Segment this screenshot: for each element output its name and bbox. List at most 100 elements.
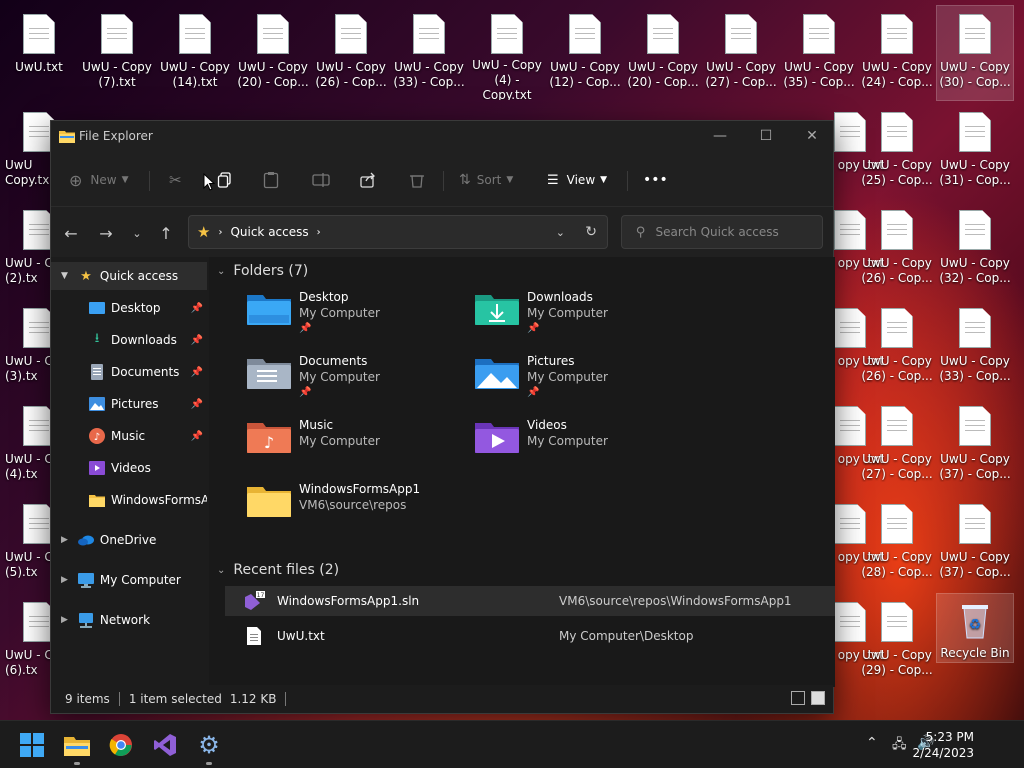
- desktop-file-icon[interactable]: UwU - Copy (33) - Cop...: [391, 6, 467, 100]
- minimize-button[interactable]: —: [697, 121, 743, 151]
- desktop-file-icon[interactable]: UwU - Copy (37) - Cop...: [937, 398, 1013, 492]
- copy-button[interactable]: [217, 167, 233, 193]
- tiles-view-icon[interactable]: [811, 691, 825, 705]
- desktop-file-icon[interactable]: UwU - Copy (26) - Cop...: [313, 6, 389, 100]
- view-button[interactable]: ☰ View ▼: [547, 167, 607, 193]
- cut-button[interactable]: ✂: [169, 167, 182, 193]
- folder-tile-downloads[interactable]: Downloads My Computer 📌: [475, 289, 695, 345]
- close-button[interactable]: ✕: [789, 121, 835, 151]
- recent-file-row[interactable]: 17 WindowsFormsApp1.sln VM6\source\repos…: [225, 586, 835, 616]
- sort-label: Sort: [476, 173, 502, 187]
- taskbar: ⚙ ⌃ 🖧 🔊 5:23 PM 2/24/2023: [0, 720, 1024, 768]
- details-view-icon[interactable]: [791, 691, 805, 705]
- chevron-down-icon[interactable]: ▼: [61, 271, 68, 281]
- address-bar[interactable]: ★ › Quick access › ⌄ ↻: [188, 215, 608, 249]
- folder-location: My Computer: [299, 434, 380, 448]
- clock-date: 2/24/2023: [912, 746, 974, 760]
- settings-taskbar-button[interactable]: ⚙: [191, 727, 227, 765]
- selection-count: 1 item selected: [128, 692, 222, 706]
- desktop-file-icon[interactable]: UwU - Copy (35) - Cop...: [781, 6, 857, 100]
- desktop-file-icon[interactable]: UwU - Copy (27) - Cop...: [859, 398, 935, 492]
- folder-tile-desktop[interactable]: Desktop My Computer 📌: [247, 289, 467, 345]
- maximize-button[interactable]: ☐: [743, 121, 789, 151]
- desktop-file-icon[interactable]: UwU - Copy (24) - Cop...: [859, 6, 935, 100]
- address-dropdown-icon[interactable]: ⌄: [556, 226, 565, 239]
- forward-button[interactable]: →: [94, 221, 118, 245]
- desktop-file-icon[interactable]: UwU - Copy (32) - Cop...: [937, 202, 1013, 296]
- delete-button[interactable]: [409, 167, 425, 193]
- chevron-right-icon[interactable]: ▶: [61, 575, 68, 585]
- desktop-file-icon[interactable]: UwU - Copy (29) - Cop...: [859, 594, 935, 688]
- up-button[interactable]: ↑: [154, 221, 178, 245]
- sidebar-item-downloads[interactable]: ⭳ Downloads 📌: [51, 326, 207, 354]
- folders-section-header[interactable]: ⌄ Folders (7): [217, 263, 308, 279]
- sidebar-item-network[interactable]: ▶ Network: [51, 606, 207, 634]
- start-button[interactable]: [14, 727, 50, 763]
- refresh-icon[interactable]: ↻: [585, 224, 597, 240]
- desktop-file-icon[interactable]: UwU - Copy (28) - Cop...: [859, 496, 935, 590]
- folder-tile-windowsformsapp1[interactable]: WindowsFormsApp1 VM6\source\repos: [247, 481, 467, 537]
- desktop-file-icon[interactable]: UwU - Copy (30) - Cop...: [936, 5, 1014, 101]
- desktop-file-icon[interactable]: UwU - Copy (26) - Cop...: [859, 300, 935, 394]
- recent-locations-button[interactable]: ⌄: [125, 221, 149, 245]
- search-box[interactable]: ⚲: [621, 215, 823, 249]
- sidebar-item-windowsformsapp[interactable]: WindowsFormsApp: [51, 486, 207, 514]
- desktop-file-icon[interactable]: UwU - Copy (33) - Cop...: [937, 300, 1013, 394]
- folder-tile-documents[interactable]: Documents My Computer 📌: [247, 353, 467, 409]
- recent-file-row[interactable]: UwU.txt My Computer\Desktop: [225, 621, 835, 651]
- desktop-file-icon[interactable]: UwU - Copy (12) - Cop...: [547, 6, 623, 100]
- paste-button[interactable]: [263, 167, 279, 193]
- folder-tile-pictures[interactable]: Pictures My Computer 📌: [475, 353, 695, 409]
- clock[interactable]: 5:23 PM 2/24/2023: [904, 729, 974, 761]
- chevron-right-icon[interactable]: ▶: [61, 535, 68, 545]
- folder-tile-videos[interactable]: Videos My Computer: [475, 417, 695, 473]
- visual-studio-taskbar-button[interactable]: [147, 727, 183, 763]
- desktop-file-icon[interactable]: UwU - Copy (14).txt: [157, 6, 233, 100]
- chrome-taskbar-button[interactable]: [103, 727, 139, 763]
- sidebar-item-desktop[interactable]: Desktop 📌: [51, 294, 207, 322]
- breadcrumb-location[interactable]: Quick access: [230, 225, 308, 239]
- chevron-right-icon[interactable]: ▶: [61, 615, 68, 625]
- folder-tile-music[interactable]: ♪ Music My Computer: [247, 417, 467, 473]
- chevron-up-icon[interactable]: ⌃: [866, 735, 878, 751]
- desktop-file-label: UwU - Copy (31) - Cop...: [939, 158, 1011, 187]
- sidebar-item-pictures[interactable]: Pictures 📌: [51, 390, 207, 418]
- rename-button[interactable]: [312, 167, 330, 193]
- share-button[interactable]: [360, 167, 376, 193]
- recent-files-section-header[interactable]: ⌄ Recent files (2): [217, 562, 339, 578]
- text-file-icon: [257, 14, 289, 54]
- desktop-file-icon[interactable]: UwU - Copy (27) - Cop...: [703, 6, 779, 100]
- search-input[interactable]: [655, 225, 806, 239]
- desktop-file-icon[interactable]: UwU - Copy (20) - Cop...: [235, 6, 311, 100]
- desktop-file-icon[interactable]: UwU - Copy (20) - Cop...: [625, 6, 701, 100]
- file-explorer-taskbar-button[interactable]: [59, 727, 95, 765]
- sort-button[interactable]: ⇅ Sort ▼: [459, 167, 513, 193]
- desktop-file-icon[interactable]: UwU - Copy (26) - Cop...: [859, 202, 935, 296]
- more-options-button[interactable]: •••: [643, 167, 668, 193]
- sidebar-item-documents[interactable]: Documents 📌: [51, 358, 207, 386]
- title-bar[interactable]: File Explorer — ☐ ✕: [51, 121, 833, 153]
- sidebar-item-music[interactable]: ♪ Music 📌: [51, 422, 207, 450]
- sidebar-item-label: WindowsFormsApp: [111, 493, 207, 507]
- new-button[interactable]: ⊕ New ▼: [69, 167, 129, 193]
- sidebar-item-onedrive[interactable]: ▶ OneDrive: [51, 526, 207, 554]
- sidebar-item-my-computer[interactable]: ▶ My Computer: [51, 566, 207, 594]
- back-button[interactable]: ←: [59, 221, 83, 245]
- desktop-file-icon[interactable]: UwU.txt: [1, 6, 77, 100]
- sidebar-item-quick-access[interactable]: ▼ ★ Quick access: [51, 262, 207, 290]
- recycle-bin-icon[interactable]: ♻ Recycle Bin: [936, 593, 1014, 663]
- desktop-file-icon[interactable]: UwU - Copy (4) - Copy.txt: [469, 6, 545, 100]
- text-file-icon: [959, 112, 991, 152]
- desktop-file-icon[interactable]: UwU - Copy (25) - Cop...: [859, 104, 935, 198]
- folder-icon: [247, 487, 291, 517]
- desktop-file-icon[interactable]: UwU - Copy (31) - Cop...: [937, 104, 1013, 198]
- star-icon: ★: [197, 223, 211, 241]
- pin-icon: 📌: [527, 323, 540, 334]
- desktop-file-icon[interactable]: UwU - Copy (7).txt: [79, 6, 155, 100]
- breadcrumb-chevron-icon[interactable]: ›: [317, 227, 321, 238]
- desktop-file-icon[interactable]: UwU - Copy (37) - Cop...: [937, 496, 1013, 590]
- video-icon: [89, 460, 105, 476]
- text-file-icon: [881, 504, 913, 544]
- sidebar-item-videos[interactable]: Videos: [51, 454, 207, 482]
- text-file-icon: [959, 14, 991, 54]
